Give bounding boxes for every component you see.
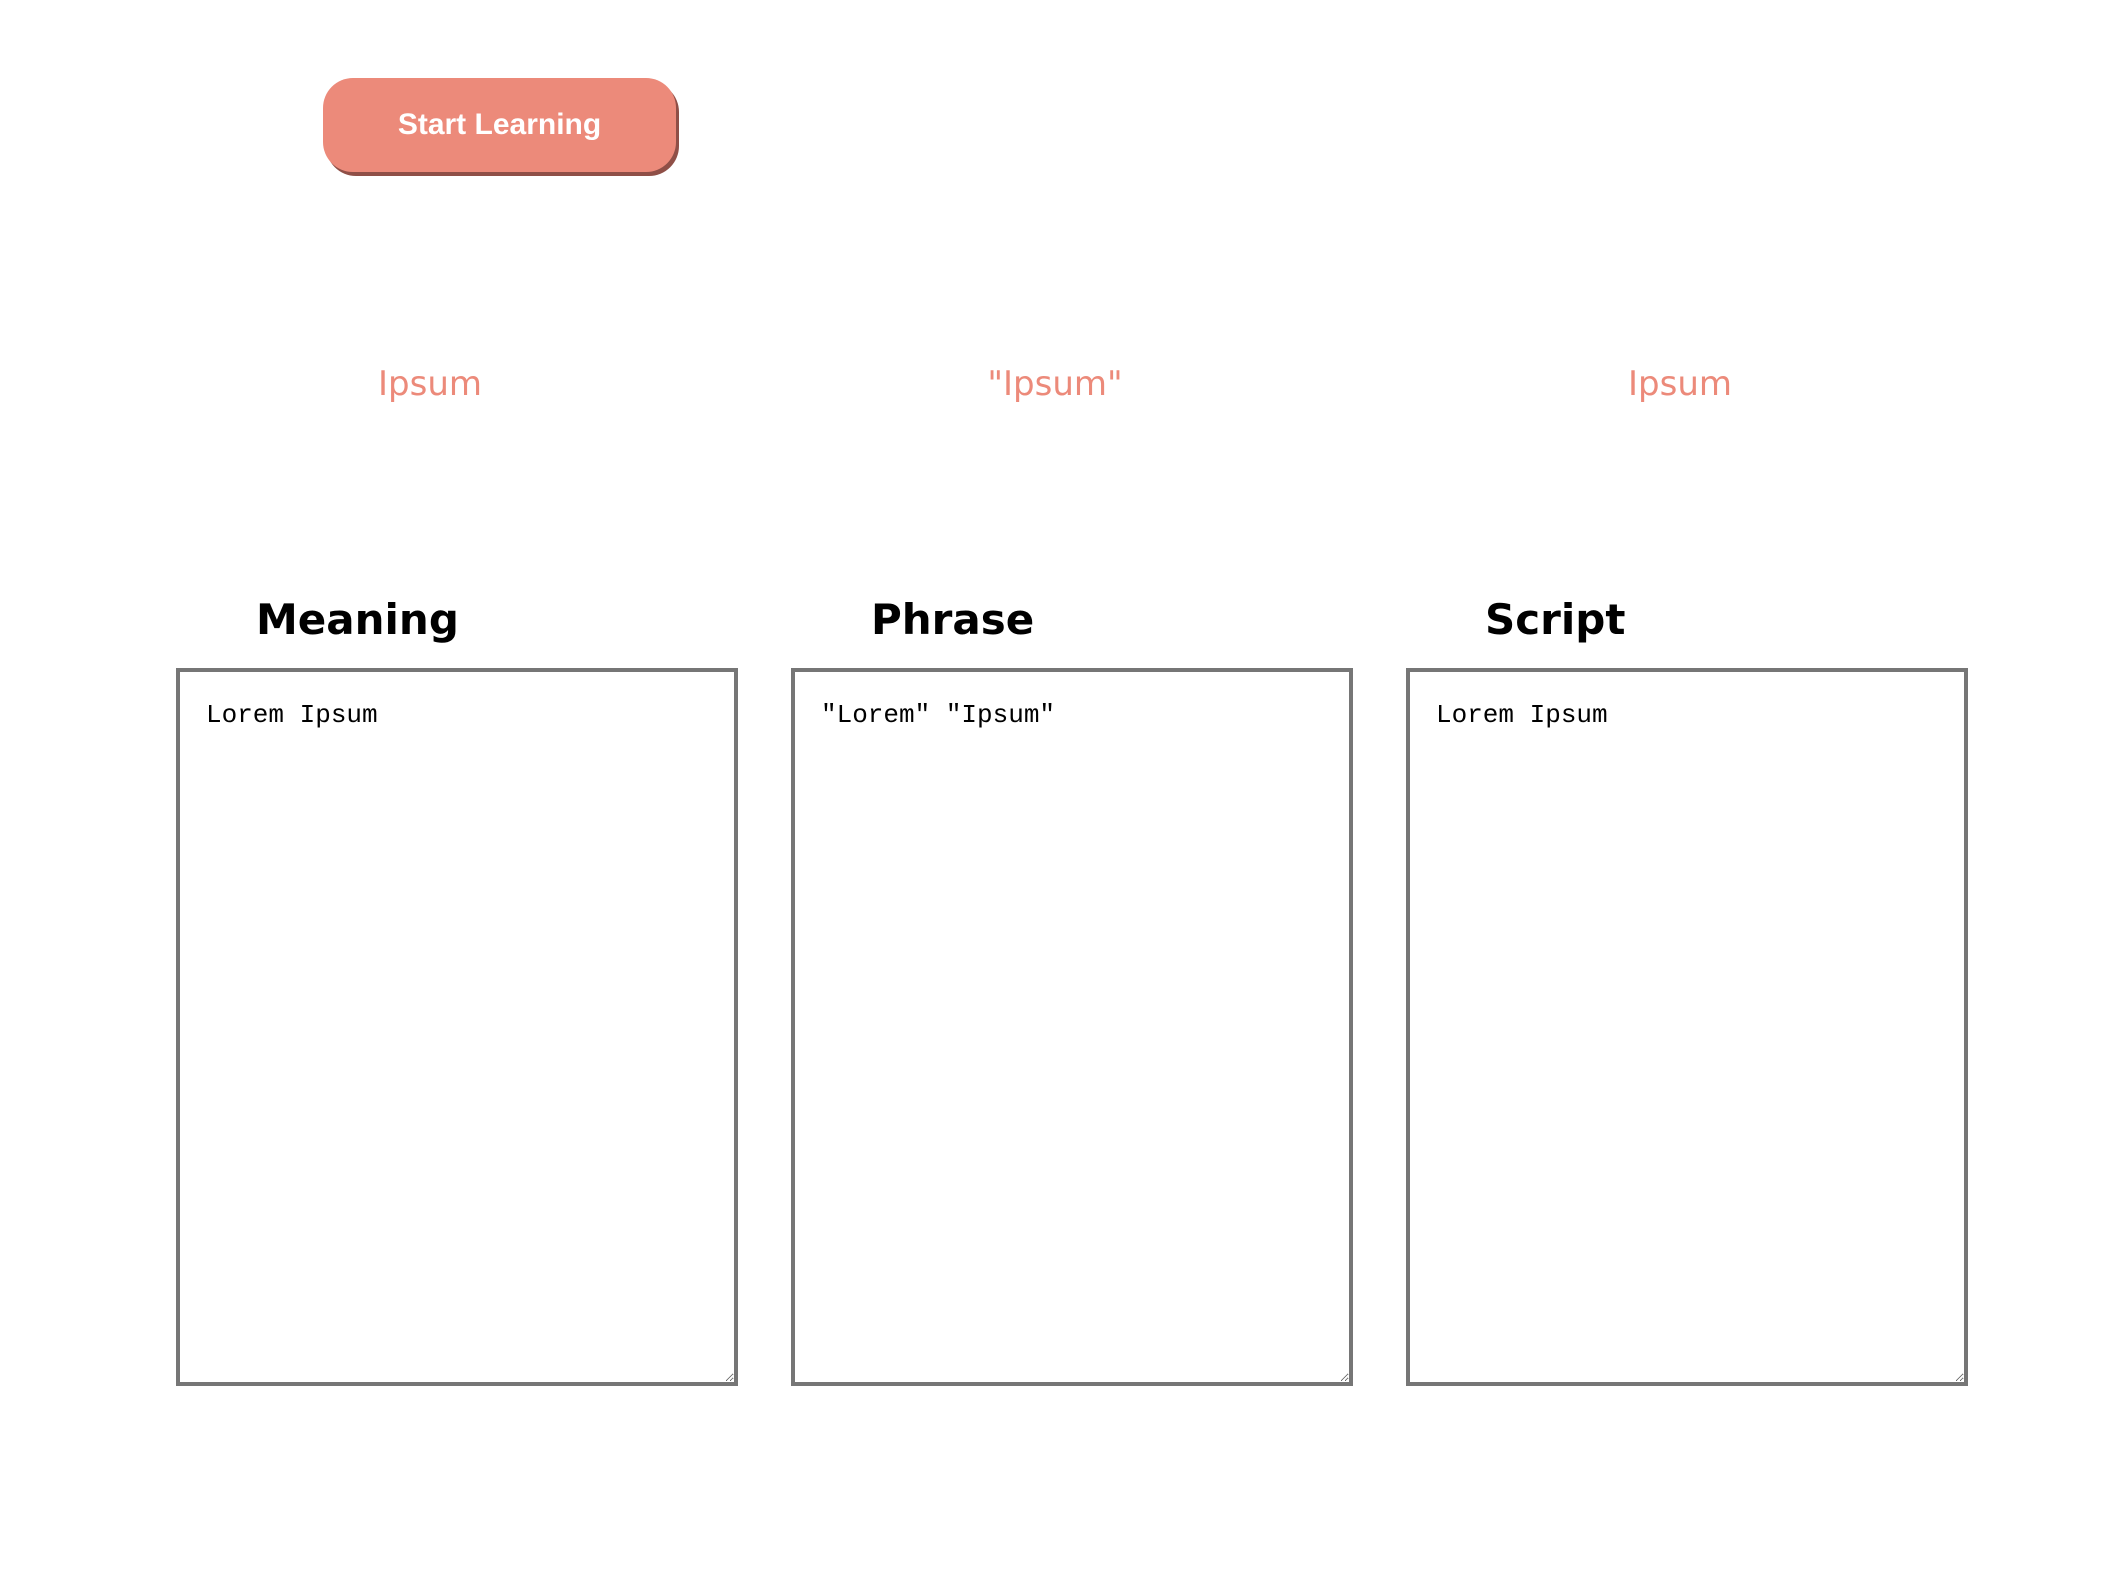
meaning-label: Meaning [256,595,459,644]
script-textarea[interactable]: Lorem Ipsum [1406,668,1968,1386]
phrase-label: Phrase [871,595,1035,644]
script-label: Script [1485,595,1626,644]
meaning-word: Ipsum [378,364,482,404]
meaning-textarea[interactable]: Lorem Ipsum [176,668,738,1386]
start-learning-button[interactable]: Start Learning [323,78,676,172]
script-word: Ipsum [1628,364,1732,404]
phrase-word: "Ipsum" [987,364,1123,404]
phrase-textarea[interactable]: "Lorem" "Ipsum" [791,668,1353,1386]
